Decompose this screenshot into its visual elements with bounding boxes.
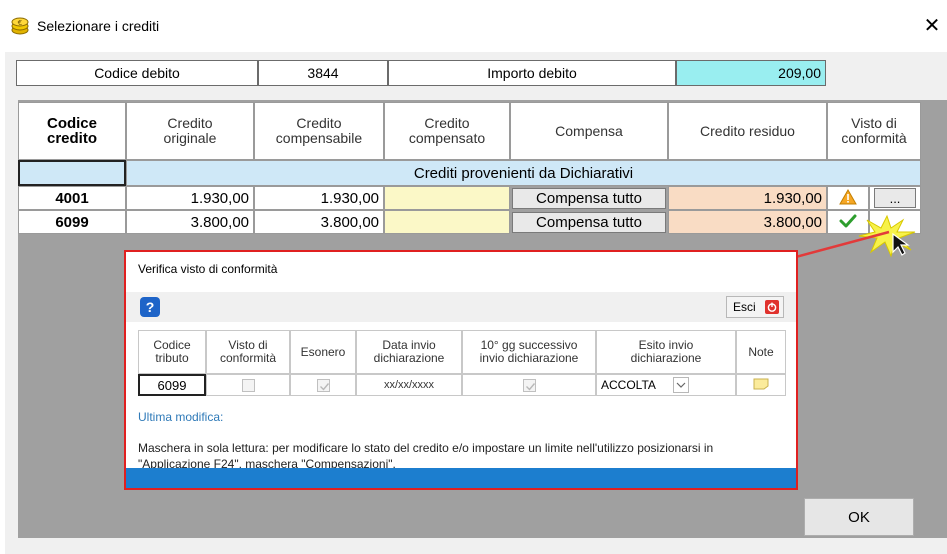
- row-more-cell: ...: [869, 186, 921, 210]
- more-options-button[interactable]: ...: [874, 188, 916, 208]
- importo-debito-label: Importo debito: [388, 60, 676, 86]
- close-button[interactable]: ✕: [918, 12, 946, 40]
- popup-header-codice-tributo: Codice tributo: [138, 330, 206, 374]
- header-credito-originale: Credito originale: [126, 102, 254, 160]
- popup-row-data-invio: xx/xx/xxxx: [356, 374, 462, 396]
- esito-value: ACCOLTA: [601, 377, 656, 392]
- header-credito-compensato: Credito compensato: [384, 102, 510, 160]
- row-credito-compensabile: 3.800,00: [254, 210, 384, 234]
- visto-checkbox[interactable]: [241, 378, 255, 392]
- row-credito-compensato-input[interactable]: [384, 186, 510, 210]
- compensa-tutto-button[interactable]: Compensa tutto: [512, 212, 666, 233]
- window-title: Selezionare i crediti: [37, 18, 160, 34]
- note-icon[interactable]: [753, 378, 769, 393]
- header-credito-residuo: Credito residuo: [668, 102, 827, 160]
- chevron-down-icon[interactable]: [673, 377, 689, 393]
- verifica-visto-popup: Verifica visto di conformità ? Esci Codi…: [124, 250, 798, 490]
- popup-header-data-invio: Data invio dichiarazione: [356, 330, 462, 374]
- popup-row-esonero-cell: [290, 374, 356, 396]
- popup-row-visto-cell: [206, 374, 290, 396]
- help-button[interactable]: ?: [140, 297, 160, 317]
- esito-select[interactable]: ACCOLTA: [596, 374, 736, 396]
- row-credito-originale: 3.800,00: [126, 210, 254, 234]
- popup-title: Verifica visto di conformità: [138, 262, 278, 276]
- row-credito-residuo: 1.930,00: [668, 186, 827, 210]
- power-icon: [765, 300, 779, 317]
- section-label: Crediti provenienti da Dichiarativi: [126, 160, 921, 186]
- esci-label: Esci: [733, 300, 756, 314]
- row-credito-originale: 1.930,00: [126, 186, 254, 210]
- svg-text:€: €: [18, 19, 22, 27]
- popup-header-note: Note: [736, 330, 786, 374]
- popup-header-esito: Esito invio dichiarazione: [596, 330, 736, 374]
- codice-debito-label: Codice debito: [16, 60, 258, 86]
- warning-icon: [839, 188, 857, 208]
- esonero-checkbox[interactable]: [316, 378, 330, 392]
- compensa-tutto-button[interactable]: Compensa tutto: [512, 188, 666, 209]
- row-credito-compensato-input[interactable]: [384, 210, 510, 234]
- esci-button[interactable]: Esci: [726, 296, 784, 318]
- header-codice-credito: Codice credito: [18, 102, 126, 160]
- popup-toolbar: [126, 292, 796, 322]
- section-selector-cell[interactable]: [18, 160, 126, 186]
- popup-header-visto: Visto di conformità: [206, 330, 290, 374]
- row-visto-status: [827, 186, 869, 210]
- header-credito-compensabile: Credito compensabile: [254, 102, 384, 160]
- euro-coins-icon: €: [11, 17, 29, 35]
- popup-header-esonero: Esonero: [290, 330, 356, 374]
- row-codice: 4001: [18, 186, 126, 210]
- importo-debito-value: 209,00: [676, 60, 826, 86]
- popup-row-10-gg-cell: [462, 374, 596, 396]
- 10-gg-checkbox[interactable]: [522, 378, 536, 392]
- popup-footer-bar: [126, 468, 796, 488]
- codice-debito-value: 3844: [258, 60, 388, 86]
- popup-row-codice[interactable]: 6099: [138, 374, 206, 396]
- header-visto-conformita: Visto di conformità: [827, 102, 921, 160]
- row-codice: 6099: [18, 210, 126, 234]
- popup-header-10-gg: 10° gg successivo invio dichiarazione: [462, 330, 596, 374]
- ultima-modifica-label: Ultima modifica:: [138, 410, 224, 424]
- popup-row-note-cell: [736, 374, 786, 396]
- header-compensa: Compensa: [510, 102, 668, 160]
- row-credito-compensabile: 1.930,00: [254, 186, 384, 210]
- ok-button[interactable]: OK: [804, 498, 914, 536]
